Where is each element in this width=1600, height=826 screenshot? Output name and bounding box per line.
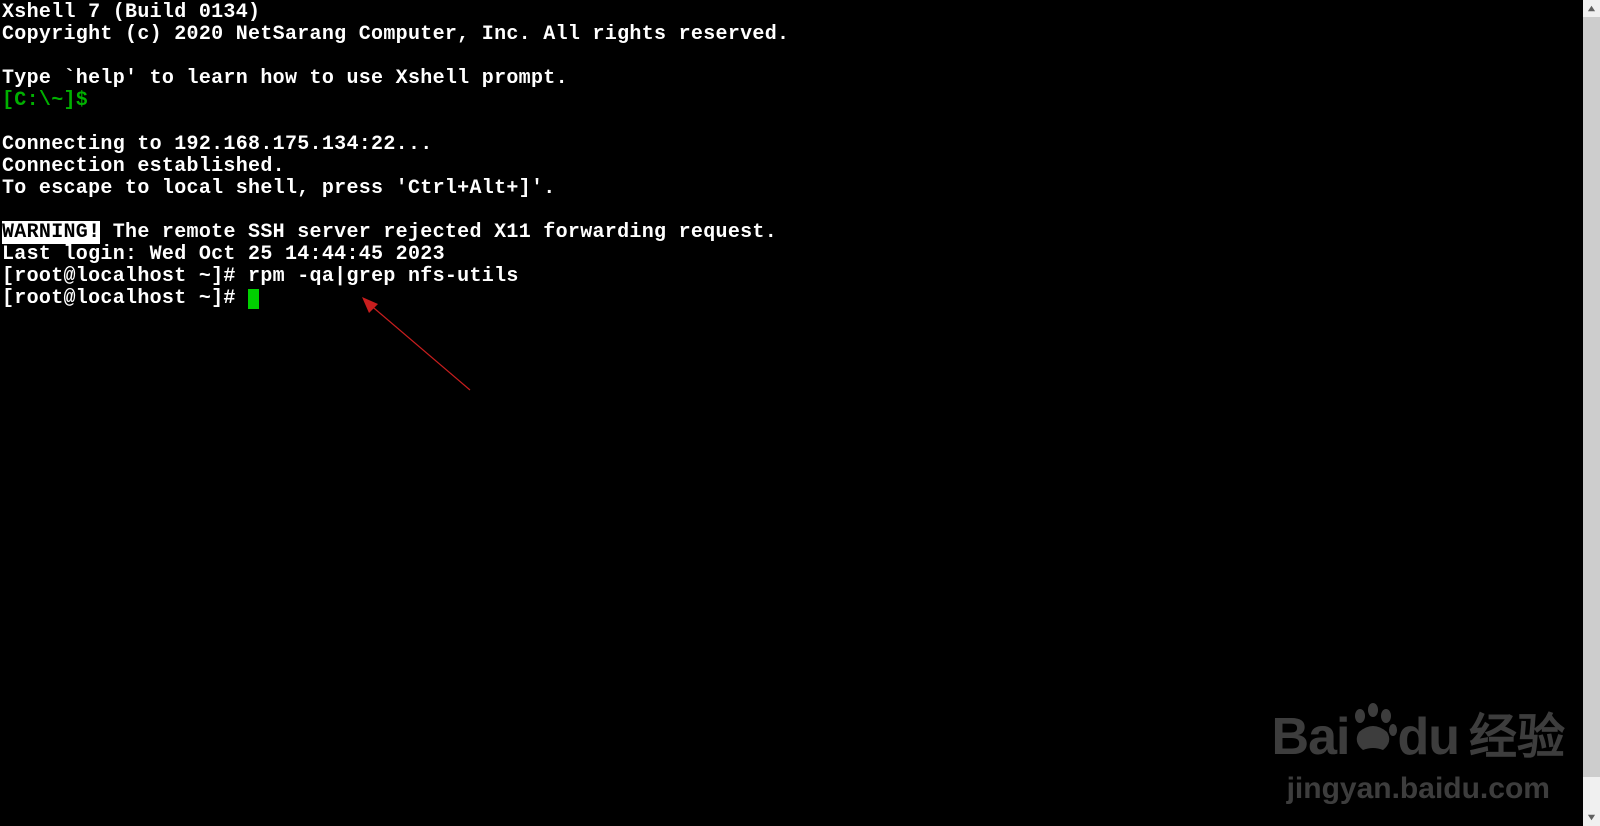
help-hint: Type `help' to learn how to use Xshell p… (2, 67, 568, 90)
copyright-line: Copyright (c) 2020 NetSarang Computer, I… (2, 23, 789, 46)
app-title: Xshell 7 (Build 0134) (2, 1, 260, 24)
scroll-up-button[interactable] (1583, 0, 1600, 17)
connecting-line: Connecting to 192.168.175.134:22... (2, 133, 433, 156)
shell-prompt-1: [root@localhost ~]# (2, 265, 248, 288)
vertical-scrollbar[interactable] (1583, 0, 1600, 826)
terminal-output[interactable]: Xshell 7 (Build 0134) Copyright (c) 2020… (0, 0, 1600, 312)
scroll-down-button[interactable] (1583, 809, 1600, 826)
paw-icon (1349, 702, 1397, 767)
watermark-brand2: du (1397, 708, 1459, 766)
last-login: Last login: Wed Oct 25 14:44:45 2023 (2, 243, 445, 266)
watermark-url: jingyan.baidu.com (1272, 772, 1565, 806)
command-1: rpm -qa|grep nfs-utils (248, 265, 519, 288)
warning-label: WARNING! (2, 221, 100, 244)
scrollbar-thumb[interactable] (1583, 17, 1600, 777)
escape-hint: To escape to local shell, press 'Ctrl+Al… (2, 177, 556, 200)
local-prompt: [C:\~]$ (2, 89, 100, 112)
watermark-cn: 经验 (1469, 697, 1565, 767)
cursor[interactable] (248, 289, 259, 309)
watermark-brand: Bai (1272, 708, 1350, 766)
shell-prompt-2: [root@localhost ~]# (2, 287, 248, 310)
warning-message: The remote SSH server rejected X11 forwa… (100, 221, 777, 244)
watermark: Baidu 经验 jingyan.baidu.com (1272, 697, 1565, 806)
established-line: Connection established. (2, 155, 285, 178)
